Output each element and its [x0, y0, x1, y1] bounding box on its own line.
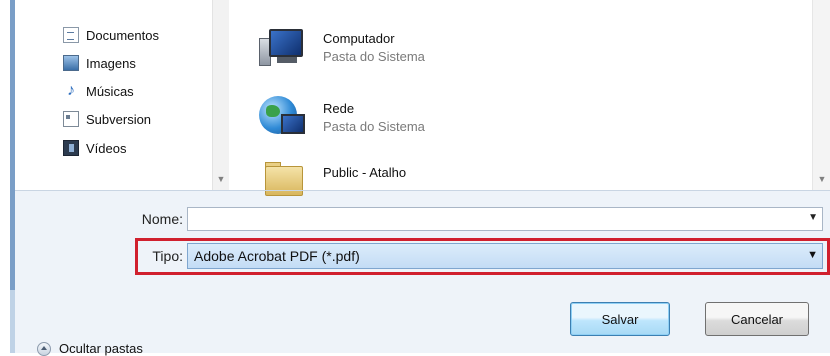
file-list-pane: Computador Pasta do Sistema Rede Pasta d… [229, 0, 812, 196]
type-label: Tipo: [152, 248, 183, 264]
file-item-public[interactable]: Public - Atalho [259, 160, 406, 206]
hide-folders-toggle[interactable]: Ocultar pastas [37, 341, 143, 356]
pane-divider [15, 190, 830, 191]
cancel-button[interactable]: Cancelar [705, 302, 809, 336]
pictures-icon [63, 55, 79, 71]
navigation-pane: Documentos Imagens ♪ Músicas Subversion … [15, 0, 229, 190]
nav-item-label: Documentos [86, 27, 159, 43]
scroll-down-arrow-icon[interactable]: ▼ [813, 172, 830, 186]
nav-item-documentos[interactable]: Documentos [63, 24, 159, 46]
folder-shortcut-icon [259, 160, 311, 206]
collapse-up-icon [37, 341, 51, 356]
browser-area: Documentos Imagens ♪ Músicas Subversion … [15, 0, 830, 196]
dropdown-arrow-icon[interactable]: ▼ [807, 249, 818, 261]
nav-item-subversion[interactable]: Subversion [63, 108, 151, 130]
music-icon: ♪ [67, 82, 75, 99]
videos-icon [63, 140, 79, 156]
nav-item-videos[interactable]: Vídeos [63, 137, 126, 159]
nav-item-label: Vídeos [86, 140, 127, 156]
file-subtitle: Pasta do Sistema [323, 49, 425, 64]
file-type-value: Adobe Acrobat PDF (*.pdf) [194, 248, 360, 264]
save-button[interactable]: Salvar [570, 302, 670, 336]
nav-item-label: Imagens [86, 55, 136, 71]
documents-icon [63, 27, 79, 43]
hide-folders-label: Ocultar pastas [59, 341, 143, 356]
nav-item-label: Músicas [86, 83, 134, 99]
scroll-down-arrow-icon[interactable]: ▼ [213, 172, 229, 186]
network-icon [259, 96, 311, 142]
nav-item-musicas[interactable]: ♪ Músicas [63, 80, 134, 102]
file-name: Rede [323, 101, 355, 116]
dropdown-arrow-icon[interactable]: ▼ [808, 212, 818, 223]
name-label: Nome: [141, 211, 183, 227]
file-subtitle: Pasta do Sistema [323, 119, 425, 134]
navigation-scrollbar[interactable]: ▼ [212, 0, 229, 190]
computer-icon [259, 26, 311, 72]
file-name: Computador [323, 31, 395, 46]
file-name: Public - Atalho [323, 165, 407, 180]
file-item-rede[interactable]: Rede Pasta do Sistema [259, 96, 425, 142]
save-as-dialog: Documentos Imagens ♪ Músicas Subversion … [15, 0, 830, 356]
file-type-select[interactable]: Adobe Acrobat PDF (*.pdf) ▼ [187, 243, 823, 269]
file-name-input[interactable]: ▼ [187, 207, 823, 231]
nav-item-label: Subversion [86, 111, 152, 127]
file-list-scrollbar[interactable]: ▼ [812, 0, 830, 190]
nav-item-imagens[interactable]: Imagens [63, 52, 136, 74]
file-item-computador[interactable]: Computador Pasta do Sistema [259, 26, 425, 72]
subversion-icon [63, 111, 79, 127]
